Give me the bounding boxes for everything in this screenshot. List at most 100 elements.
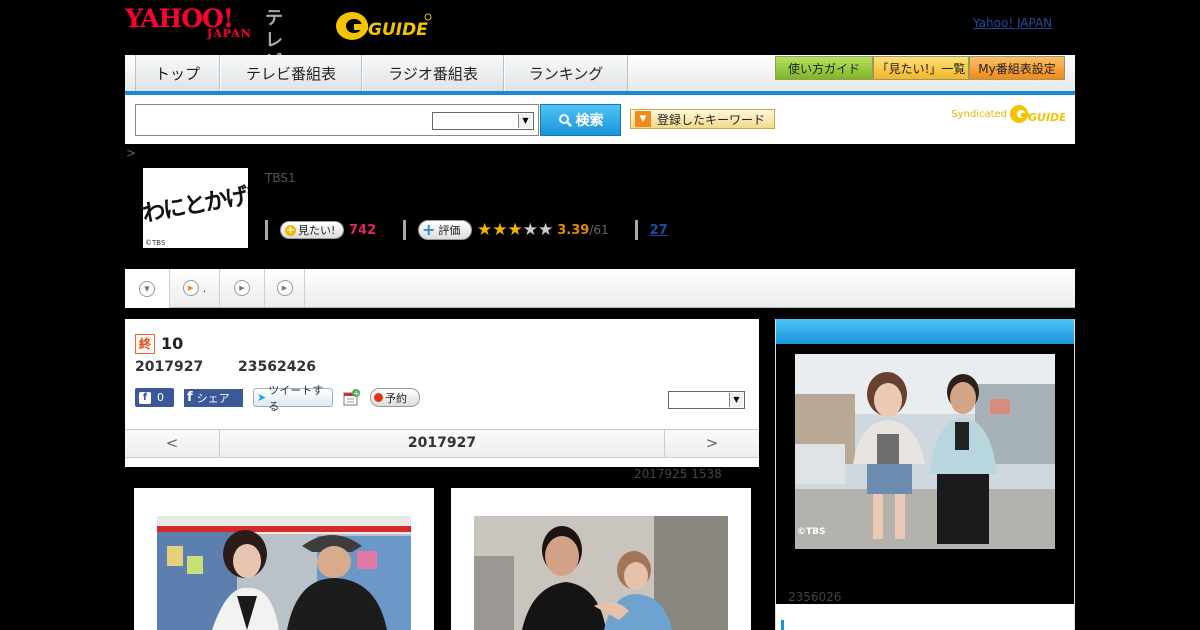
program-thumbnail[interactable]: わにとかげぎす ©TBS [143, 168, 248, 248]
syndicated-label: Syndicated [951, 108, 1007, 120]
saved-keywords-label: 登録したキーワード [657, 112, 766, 127]
star-icon: ★ [492, 220, 508, 240]
syndicated-gguide: Syndicated GUIDE [951, 103, 1065, 125]
gguide-logo[interactable]: GUIDE [335, 8, 433, 42]
right-panel-footer [776, 604, 1074, 630]
main-nav: トップ テレビ番組表 ラジオ番組表 ランキング 使い方ガイド 「見たい!」一覧 … [125, 55, 1075, 95]
divider [403, 220, 406, 240]
star-icon: ★ [477, 220, 493, 240]
date-navigation: < 2017927 > [125, 429, 759, 458]
previous-date-button[interactable]: < [125, 430, 220, 457]
social-buttons: f 0 f シェア ➤ ツイートする + 予約 [135, 384, 420, 413]
record-reserve-button[interactable]: 予約 [370, 388, 420, 407]
search-icon [558, 114, 572, 127]
photo-credit: ©TBS [797, 527, 826, 537]
header-logos: YAHOO! JAPAN テレビ GUIDE [125, 6, 432, 73]
yahoo-japan-link[interactable]: Yahoo! JAPAN [973, 16, 1052, 30]
tab-ranking[interactable]: ランキング [504, 55, 628, 91]
star-icon: ★ [538, 220, 554, 240]
yahoo-japan-logo[interactable]: YAHOO! JAPAN [125, 6, 263, 42]
search-category-select[interactable]: ▼ [432, 112, 534, 130]
facebook-share-button[interactable]: f シェア [184, 388, 243, 407]
subtab-fourth[interactable]: ▶ [265, 269, 305, 307]
facebook-like-button[interactable]: f 0 [135, 388, 174, 407]
episode-panel: 終 10 2017927 23562426 f 0 f シェア ➤ ツイートする [125, 319, 759, 467]
rate-button[interactable]: + 評価 [418, 220, 472, 240]
my-guide-settings-button[interactable]: My番組表設定 [969, 56, 1065, 80]
want-to-watch-button[interactable]: + 見たい! [280, 221, 344, 239]
tweet-button[interactable]: ➤ ツイートする [253, 384, 333, 413]
want-to-watch-count: 742 [349, 222, 377, 238]
current-date: 2017927 [407, 435, 477, 451]
program-stats: + 見たい! 742 + 評価 ★ ★ ★ ★ ★ 3.39 /61 27 [265, 219, 668, 241]
svg-text:GUIDE: GUIDE [368, 20, 428, 40]
calendar-add-icon[interactable]: + [343, 389, 360, 406]
channel-name[interactable]: TBS1 [265, 171, 296, 185]
nav-buttons: 使い方ガイド 「見たい!」一覧 My番組表設定 [775, 56, 1065, 80]
svg-text:+: + [354, 390, 360, 398]
subtab-label: . [202, 281, 207, 295]
play-icon: ▶ [182, 280, 199, 296]
program-subtabs: ▼ ▶ . ▶ ▶ [125, 269, 1075, 308]
photo-card[interactable] [134, 488, 434, 630]
chevron-down-icon: ▼ [635, 111, 651, 127]
rating-count: /61 [589, 223, 609, 237]
play-icon: ▶ [276, 280, 293, 296]
search-button[interactable]: 検索 [540, 104, 621, 136]
episode-photo [474, 516, 728, 630]
chevron-down-icon: ▼ [729, 393, 743, 407]
facebook-icon: f [187, 390, 193, 405]
play-icon: ▶ [234, 280, 250, 296]
star-icon: ★ [507, 220, 523, 240]
plus-icon: + [285, 224, 296, 236]
featured-photo[interactable]: ©TBS [795, 354, 1055, 549]
featured-photo-image [795, 354, 1055, 549]
tab-top[interactable]: トップ [135, 55, 220, 91]
saved-keywords-button[interactable]: ▼ 登録したキーワード [630, 109, 775, 129]
breadcrumb[interactable]: > [126, 146, 136, 160]
tab-radio-guide[interactable]: ラジオ番組表 [362, 55, 504, 91]
chevron-down-icon: ▼ [139, 280, 155, 297]
divider [265, 220, 268, 240]
facebook-share-label: シェア [196, 391, 230, 405]
facebook-like-count: 0 [157, 391, 164, 404]
chevron-down-icon: ▼ [518, 114, 532, 128]
plus-icon: + [422, 220, 436, 239]
final-episode-badge: 終 [135, 334, 155, 354]
search-button-label: 検索 [575, 113, 604, 129]
want-to-watch-label: 見たい! [298, 224, 336, 237]
rate-label: 評価 [438, 224, 461, 237]
watch-list-button[interactable]: 「見たい!」一覧 [873, 56, 969, 80]
episode-select[interactable]: ▼ [668, 391, 745, 409]
star-icon: ★ [522, 220, 538, 240]
tab-tv-guide[interactable]: テレビ番組表 [220, 55, 362, 91]
program-logo-text: わにとかげぎす [143, 176, 248, 228]
nav-tabs: トップ テレビ番組表 ラジオ番組表 ランキング [135, 55, 628, 91]
usage-guide-button[interactable]: 使い方ガイド [775, 56, 873, 80]
subtab-overview[interactable]: ▼ [125, 269, 170, 308]
thumbnail-credit: ©TBS [145, 239, 166, 247]
right-panel-header [776, 319, 1074, 344]
twitter-bird-icon: ➤ [257, 391, 267, 404]
subtab-third[interactable]: ▶ [220, 269, 265, 307]
divider [634, 220, 638, 240]
divider [781, 620, 784, 630]
rating-stars: ★ ★ ★ ★ ★ [477, 221, 553, 239]
episode-photo [157, 516, 411, 630]
photo-view-count: 2356026 [788, 590, 842, 604]
record-dot-icon [374, 393, 383, 402]
yahoo-logo-sub: JAPAN [207, 27, 252, 40]
updated-timestamp: 2017925 1538 [634, 467, 722, 481]
svg-text:GUIDE: GUIDE [1028, 111, 1065, 124]
record-reserve-label: 予約 [385, 391, 407, 405]
review-count-link[interactable]: 27 [650, 223, 668, 238]
subtab-episodes[interactable]: ▶ . [170, 269, 220, 307]
next-date-button[interactable]: > [664, 430, 759, 457]
page: YAHOO! JAPAN テレビ GUIDE Yahoo! JAPAN トップ … [0, 0, 1200, 630]
rating-value: 3.39 [557, 222, 590, 238]
episode-time: 23562426 [238, 359, 316, 375]
right-photo-panel: ©TBS 2356026 [775, 319, 1075, 630]
photo-card[interactable] [451, 488, 751, 630]
facebook-icon: f [139, 391, 151, 404]
search-bar: ▼ 検索 ▼ 登録したキーワード Syndicated GUIDE [125, 95, 1075, 144]
